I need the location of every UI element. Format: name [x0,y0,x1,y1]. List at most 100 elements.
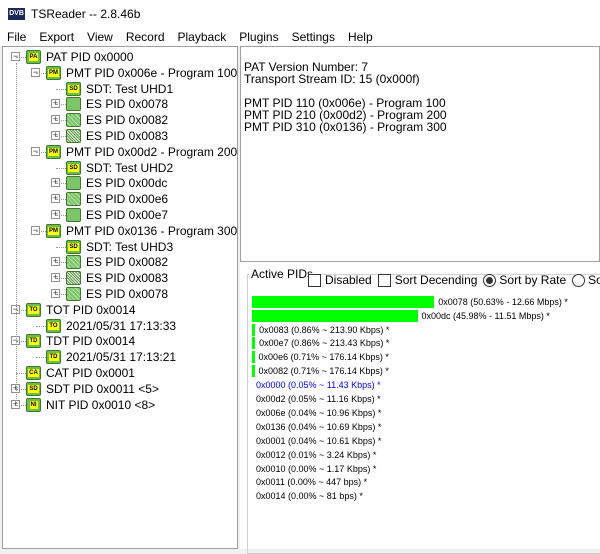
es-icon [66,113,81,128]
tree-node[interactable]: ES PID 0x00e7 [66,207,168,223]
tree-node[interactable]: ES PID 0x00e6 [66,191,168,207]
pid-rate-label: 0x0010 (0.00% ~ 1.17 Kbps) * [256,463,377,474]
tree-node-label: ES PID 0x00e7 [86,208,169,222]
sdt-icon: SD [66,239,81,254]
es-icon [66,129,81,143]
tree-node[interactable]: ES PID 0x0078 [66,96,168,112]
tree-node-label: PMT PID 0x006e - Program 100 [66,65,238,80]
pid-rate-label: 0x00e7 (0.86% ~ 213.43 Kbps) * [259,338,390,349]
tree-node[interactable]: NI NIT PID 0x0010 <8> [26,397,155,413]
nit-icon: NI [26,397,41,412]
pid-row[interactable]: 0x0078 (50.63% - 12.66 Mbps) * [252,295,568,309]
es-icon [66,271,81,286]
tree-node[interactable]: ES PID 0x00dc [66,175,167,191]
pid-tree[interactable]: − PA PAT PID 0x0000− PM PMT PID 0x006e - Pro… [2,46,238,549]
info-panel: PAT Version Number: 7 Transport Stream ID… [240,46,600,262]
tdt-icon: TD [26,334,41,349]
pat-icon: PA [26,50,41,64]
tree-node[interactable]: SD SDT: Test UHD1 [66,81,173,97]
pid-rate-label: 0x00d2 (0.05% ~ 11.16 Kbps) * [256,394,381,404]
pid-row[interactable]: 0x0000 (0.05% ~ 11.43 Kbps) * [256,379,381,392]
active-pids-label: Active PIDs [249,267,316,281]
pid-rate-label: 0x0000 (0.05% ~ 11.43 Kbps) * [256,380,381,391]
tree-node-label: CAT PID 0x0001 [46,366,135,380]
menu-help[interactable]: Help [341,30,379,44]
tree-node-label: ES PID 0x0083 [86,129,169,143]
tree-node-label: PMT PID 0x0136 - Program 300 [66,223,238,238]
tree-node-label: NIT PID 0x0010 <8> [46,397,156,412]
pid-rate-bar [252,337,256,350]
menu-record[interactable]: Record [119,30,171,44]
menu-view[interactable]: View [80,30,119,44]
tree-node[interactable]: SD SDT: Test UHD3 [66,239,173,255]
pid-row[interactable]: 0x0012 (0.01% ~ 3.24 Kbps) * [256,448,376,461]
pid-rate-label: 0x0012 (0.01% ~ 3.24 Kbps) * [256,449,377,460]
pid-rate-bar [252,365,255,378]
pid-row[interactable]: 0x0136 (0.04% ~ 10.69 Kbps) * [256,420,381,433]
tree-node[interactable]: ES PID 0x0082 [66,254,168,270]
tree-node[interactable]: TO 2021/05/31 17:13:33 [46,318,176,334]
tree-node[interactable]: TO TOT PID 0x0014 [26,302,136,318]
tree-node[interactable]: TD 2021/05/31 17:13:21 [46,349,176,365]
tdt-icon: TD [46,350,61,365]
tree-node-label: TOT PID 0x0014 [46,302,136,317]
pid-row[interactable]: 0x0001 (0.04% ~ 10.61 Kbps) * [256,434,381,447]
menu-playback[interactable]: Playback [171,30,233,44]
pid-rate-bar [252,310,418,322]
pid-row[interactable]: 0x0083 (0.86% ~ 213.90 Kbps) * [252,323,389,336]
tree-node[interactable]: PA PAT PID 0x0000 [26,49,133,65]
pid-rate-label: 0x00e6 (0.71% ~ 176.14 Kbps) * [258,352,389,363]
tree-node[interactable]: PM PMT PID 0x006e - Program 100 [46,65,237,81]
menu-settings[interactable]: Settings [285,30,341,44]
menu-export[interactable]: Export [32,30,80,44]
pmt-icon: PM [46,144,61,159]
tot-icon: TO [46,318,61,333]
pid-rate-bar [252,323,256,336]
pid-row[interactable]: 0x0010 (0.00% ~ 1.17 Kbps) * [256,462,376,475]
pid-row[interactable]: 0x0014 (0.00% ~ 81 bps) * [256,490,363,503]
tree-node-label: SDT PID 0x0011 <5> [46,381,159,396]
pmt-icon: PM [46,223,61,238]
pid-row[interactable]: 0x00e6 (0.71% ~ 176.14 Kbps) * [252,351,389,364]
pid-row[interactable]: 0x00e7 (0.86% ~ 213.43 Kbps) * [252,337,389,350]
tree-node[interactable]: ES PID 0x0078 [66,286,168,302]
tree-node-label: ES PID 0x0083 [86,271,169,286]
es-icon [66,208,81,222]
tree-node-label: TDT PID 0x0014 [46,334,136,349]
sdt-icon: SD [66,160,81,175]
pid-rate-label: 0x0001 (0.04% ~ 10.61 Kbps) * [256,435,382,446]
tree-node[interactable]: PM PMT PID 0x0136 - Program 300 [46,223,237,239]
tree-node[interactable]: SD SDT PID 0x0011 <5> [26,381,159,397]
pid-row[interactable]: 0x006e (0.04% ~ 10.96 Kbps) * [256,406,381,419]
tree-node-label: SDT: Test UHD3 [86,239,174,254]
sdt-icon: SD [66,81,81,96]
app-logo-icon: DVB [8,8,25,20]
pid-rate-label: 0x0078 (50.63% - 12.66 Mbps) * [438,297,568,307]
pmt-icon: PM [46,65,61,80]
tree-node[interactable]: ES PID 0x0083 [66,128,168,144]
pid-row[interactable]: 0x0011 (0.00% ~ 447 bps) * [256,476,367,489]
tree-node-label: ES PID 0x00e6 [86,192,169,207]
tree-node-label: ES PID 0x0082 [86,113,169,128]
sort-descending-checkbox[interactable]: Sort Decending [377,273,477,288]
pid-row[interactable]: 0x00d2 (0.05% ~ 11.16 Kbps) * [256,393,381,406]
tree-node[interactable]: ES PID 0x0083 [66,270,168,286]
sort-by-other-radio[interactable]: Sort by [572,273,600,288]
tree-node[interactable]: TD TDT PID 0x0014 [26,333,135,349]
tree-node-label: ES PID 0x0082 [86,255,169,270]
sort-by-rate-radio[interactable]: Sort by Rate [483,273,566,288]
pid-rate-label: 0x0136 (0.04% ~ 10.69 Kbps) * [256,421,382,432]
pid-row[interactable]: 0x00dc (45.98% - 11.51 Mbps) * [252,309,550,323]
tree-node-label: SDT: Test UHD2 [86,160,174,175]
pid-rate-label: 0x00dc (45.98% - 11.51 Mbps) * [421,311,550,321]
menu-plugins[interactable]: Plugins [232,30,284,44]
menu-file[interactable]: File [0,30,32,44]
tree-node[interactable]: SD SDT: Test UHD2 [66,160,173,176]
tree-node-label: PMT PID 0x00d2 - Program 200 [66,144,238,159]
tree-node[interactable]: CA CAT PID 0x0001 [26,365,135,381]
tree-node[interactable]: ES PID 0x0082 [66,112,168,128]
tree-node[interactable]: PM PMT PID 0x00d2 - Program 200 [46,144,237,160]
tree-line [16,63,17,403]
pid-row[interactable]: 0x0082 (0.71% ~ 176.14 Kbps) * [252,365,389,378]
disabled-checkbox[interactable]: Disabled [308,273,372,288]
